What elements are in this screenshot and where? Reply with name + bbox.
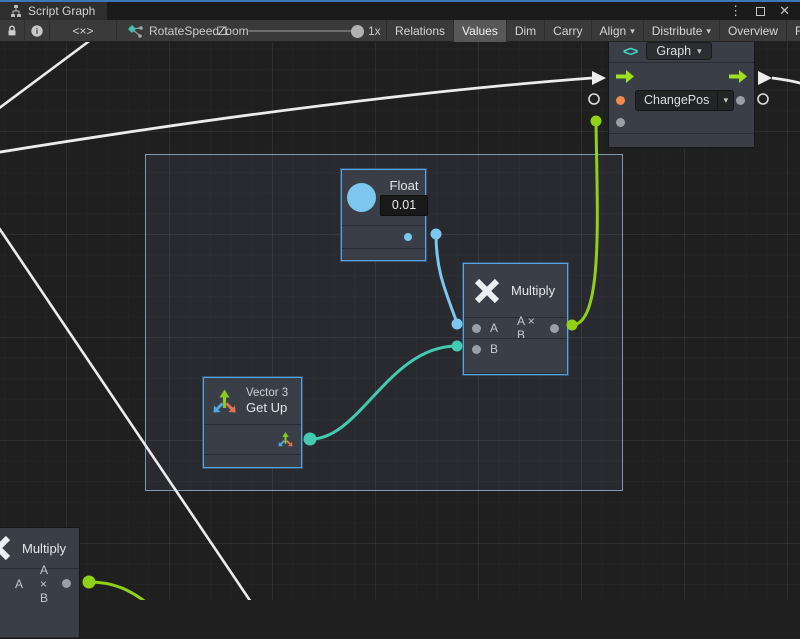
port-label-b: B (490, 342, 498, 356)
node-footer (0, 637, 79, 638)
changepos-dropdown[interactable]: ChangePos ▾ (635, 90, 734, 111)
distribute-button[interactable]: Distribute ▾ (643, 20, 719, 42)
port-input-a[interactable] (472, 324, 481, 333)
node-subtitle: Vector 3 (246, 387, 288, 399)
window-focus-accent (0, 0, 800, 2)
tab-title: Script Graph (28, 4, 95, 18)
float-output-row (342, 225, 425, 248)
flow-row (609, 62, 754, 90)
vector3-output-icon[interactable] (277, 431, 294, 448)
full-screen-button[interactable]: Full Screen (786, 20, 800, 42)
values-button[interactable]: Values (453, 20, 506, 42)
multiply-row-a: A A × B (464, 317, 567, 338)
align-button[interactable]: Align ▾ (591, 20, 643, 42)
tab-script-graph[interactable]: Script Graph (0, 2, 107, 20)
lock-button[interactable] (0, 20, 25, 42)
node-footer (342, 248, 425, 260)
port-float-output[interactable] (404, 233, 412, 241)
lock-icon (5, 24, 19, 38)
multiply-icon (0, 534, 12, 562)
node-vector-header: Vector 3 Get Up (204, 378, 301, 424)
node-footer (464, 373, 567, 374)
float-icon (347, 183, 376, 212)
graph-toolbar: i <×> RotateSpeed 1 Zoom 1x Relations Va… (0, 20, 800, 42)
graph-node-header: <> Graph ▾ (609, 41, 754, 62)
relations-button[interactable]: Relations (386, 20, 453, 42)
node-multiply[interactable]: Multiply A A × B B (463, 263, 568, 375)
button-label: Align (600, 24, 627, 38)
zoom-slider-handle[interactable] (351, 25, 364, 38)
info-icon: i (30, 24, 44, 38)
extra-port-row (609, 111, 754, 133)
code-view-button[interactable]: <×> (50, 20, 117, 42)
port-label-result: A × B (40, 563, 53, 605)
node-multiply-header: Multiply (464, 264, 567, 317)
node-title: Multiply (511, 283, 555, 298)
button-label: Carry (553, 24, 582, 38)
node-title: Multiply (22, 541, 66, 556)
port-changepos-input[interactable] (616, 96, 625, 105)
changepos-dropdown-label: ChangePos (636, 91, 717, 110)
zoom-value: 1x (368, 24, 381, 38)
port-output-result[interactable] (62, 579, 71, 588)
carry-button[interactable]: Carry (544, 20, 590, 42)
changepos-row: ChangePos ▾ (609, 90, 754, 112)
script-graph-icon (10, 5, 22, 17)
port-label-a: A (490, 321, 498, 335)
vector-output-row (204, 424, 301, 454)
node-graph-unit[interactable]: <> Graph ▾ ChangePos ▾ (608, 40, 755, 148)
chevron-down-icon: ▾ (697, 46, 702, 57)
float-value-input[interactable]: 0.01 (380, 195, 428, 216)
zoom-slider[interactable] (248, 30, 360, 32)
node-multiply-clipped[interactable]: Multiply A A × B (0, 527, 80, 639)
port-label-a: A (15, 577, 23, 591)
flow-input-arrow-icon[interactable] (616, 70, 634, 83)
chevron-down-icon: ▾ (706, 26, 711, 37)
node-footer (609, 133, 754, 147)
button-label: Full Screen (795, 24, 800, 38)
chevron-down-icon: ▾ (717, 91, 733, 110)
code-view-icon: <×> (72, 24, 93, 38)
code-icon: <> (623, 43, 637, 59)
graph-breadcrumb[interactable]: RotateSpeed 1 (128, 20, 229, 42)
node-float[interactable]: Float 0.01 (341, 169, 426, 261)
graph-dropdown-label: Graph (656, 44, 691, 58)
port-extra-input[interactable] (616, 118, 625, 127)
port-changepos-output[interactable] (736, 96, 745, 105)
button-label: Dim (515, 24, 536, 38)
button-label: Relations (395, 24, 445, 38)
close-icon[interactable]: ✕ (779, 3, 790, 19)
button-label: Distribute (652, 24, 703, 38)
multiply-row-b: B (464, 338, 567, 359)
node-title: Get Up (246, 400, 288, 415)
vector3-icon (211, 388, 238, 415)
node-title: Float (390, 178, 419, 193)
zoom-label: Zoom (218, 24, 249, 38)
node-float-header: Float 0.01 (342, 170, 425, 225)
port-input-b[interactable] (472, 345, 481, 354)
chevron-down-icon: ▾ (630, 26, 635, 37)
dim-button[interactable]: Dim (506, 20, 544, 42)
node-vector3-get-up[interactable]: Vector 3 Get Up (203, 377, 302, 468)
button-label: Values (462, 24, 498, 38)
button-label: Overview (728, 24, 778, 38)
svg-text:i: i (36, 27, 38, 36)
flow-output-arrow-icon[interactable] (729, 70, 747, 83)
info-button[interactable]: i (25, 20, 50, 42)
graph-asset-icon (128, 25, 143, 38)
multiply2-row-a: A A × B (0, 568, 79, 598)
node-footer (204, 454, 301, 467)
maximize-icon[interactable] (756, 7, 765, 16)
window-menu-icon[interactable]: ⋮ (729, 3, 742, 19)
port-output-result[interactable] (550, 324, 559, 333)
graph-dropdown-button[interactable]: Graph ▾ (646, 42, 711, 60)
tab-bar: Script Graph ⋮ ✕ (0, 2, 800, 20)
multiply-icon (473, 277, 501, 305)
overview-button[interactable]: Overview (719, 20, 786, 42)
